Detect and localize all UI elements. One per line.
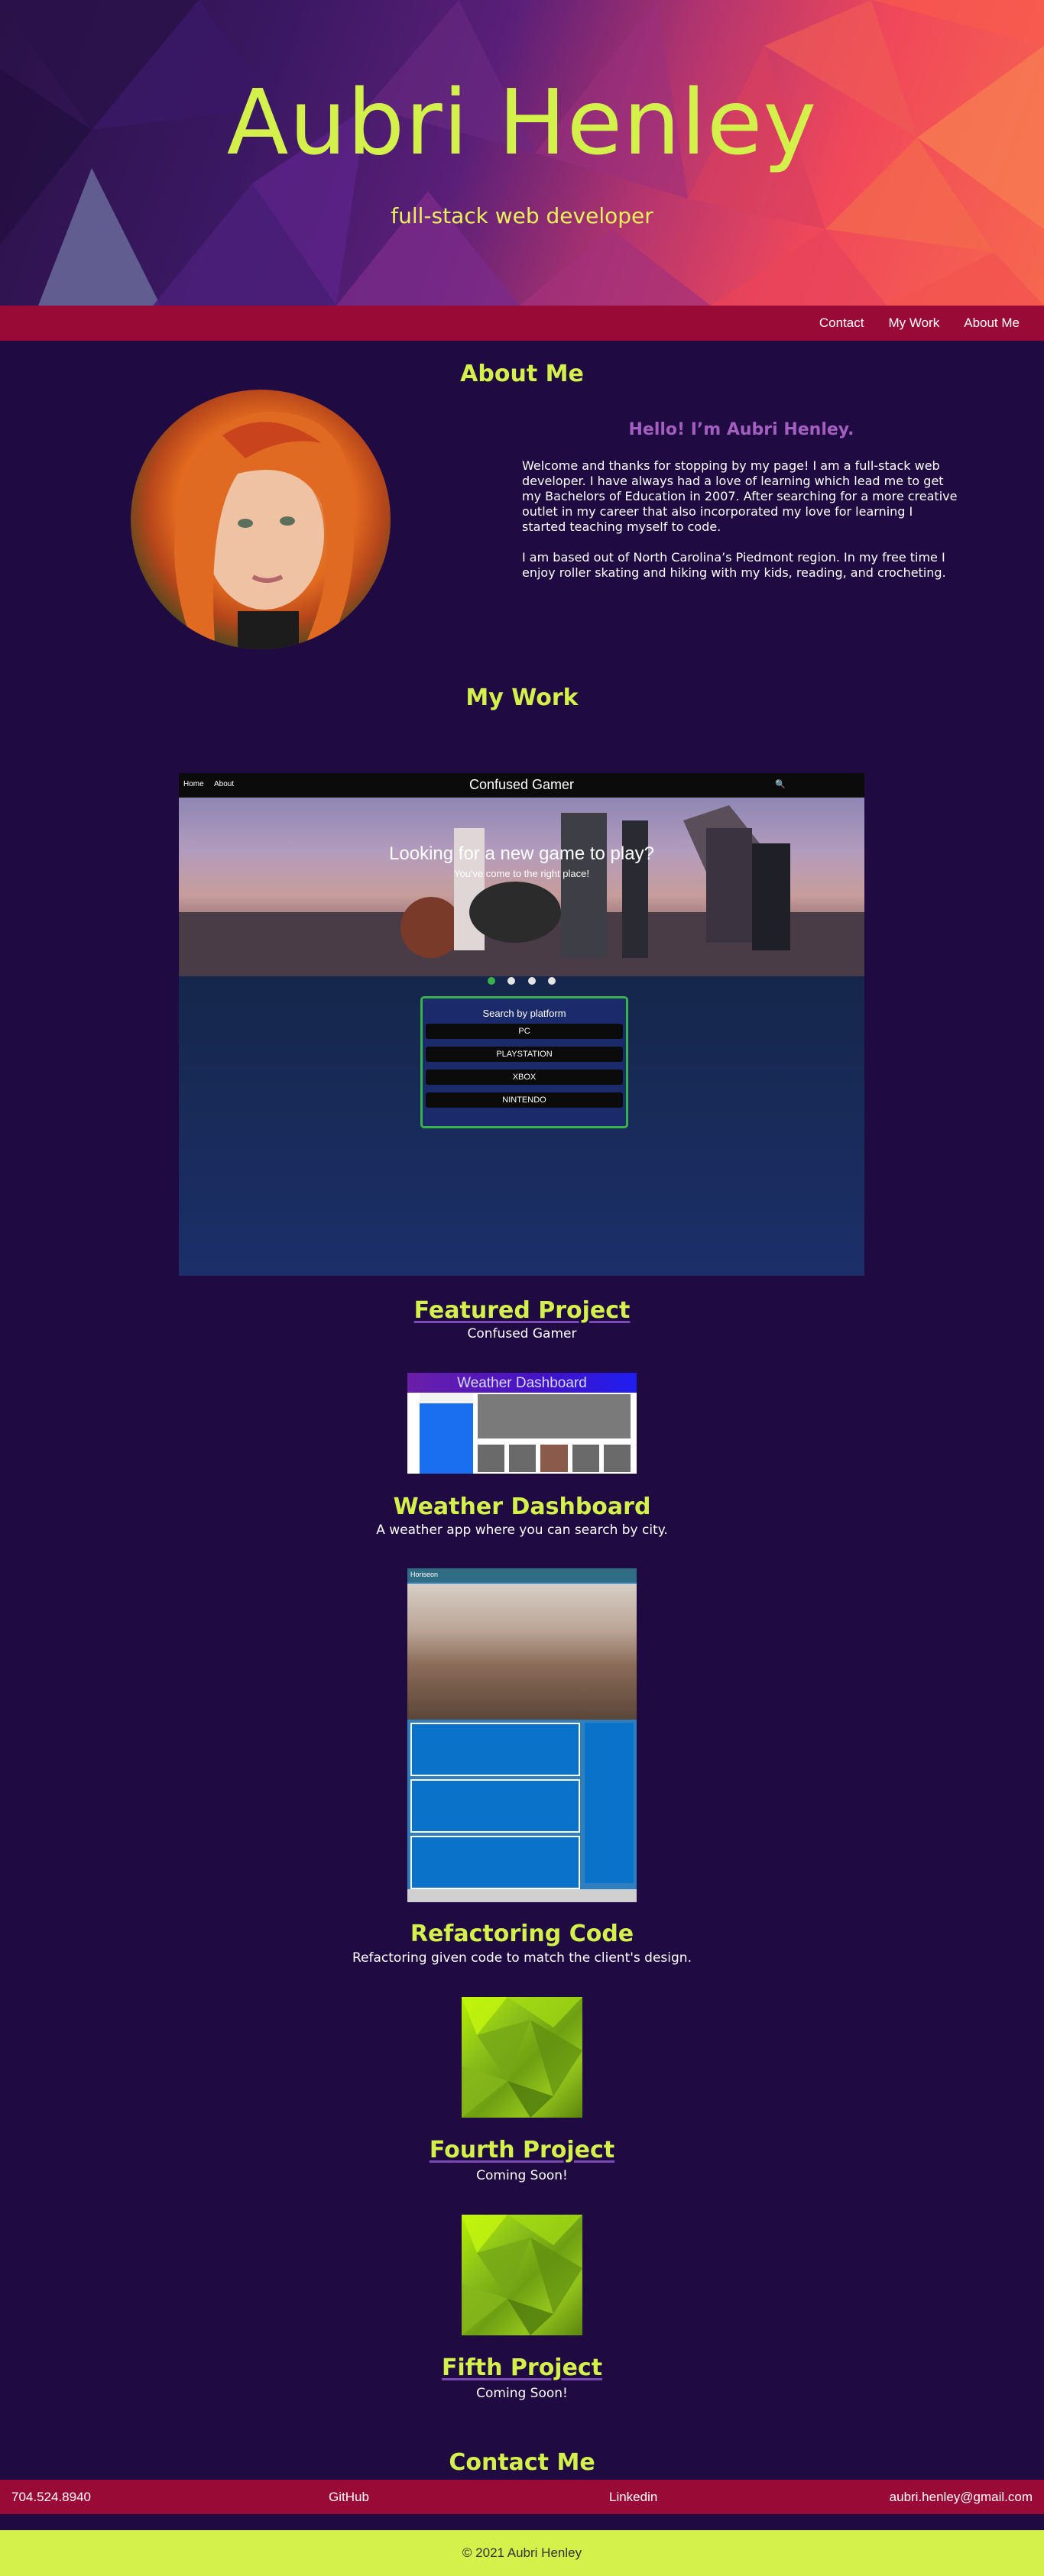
weather-thumb-search — [420, 1393, 473, 1403]
game-characters-art — [179, 805, 864, 976]
horiseon-thumb-footer — [407, 1889, 637, 1902]
screenshot-banner-heading: Looking for a new game to play? — [389, 843, 654, 864]
site-title: Aubri Henley — [226, 70, 818, 175]
horiseon-thumb-header: Horiseon — [407, 1568, 637, 1582]
weather-thumb-current — [478, 1394, 631, 1438]
refactoring-code-thumbnail[interactable]: Horiseon — [407, 1568, 637, 1902]
carousel-dot — [487, 977, 495, 985]
green-low-poly-pattern — [462, 2215, 582, 2335]
project-title-fifth[interactable]: Fifth Project — [0, 2354, 1044, 2381]
project-title-text[interactable]: Fifth Project — [442, 2354, 602, 2381]
search-icon: 🔍 — [775, 780, 786, 789]
contact-section-title: Contact Me — [449, 2449, 595, 2476]
forecast-card — [478, 1445, 505, 1472]
contact-linkedin-link[interactable]: Linkedin — [609, 2490, 657, 2505]
hero-header: Aubri Henley full-stack web developer — [0, 0, 1044, 306]
nav-link-my-work[interactable]: My Work — [876, 316, 952, 331]
forecast-card — [540, 1445, 568, 1472]
site-subtitle: full-stack web developer — [391, 203, 653, 228]
footer-copyright: © 2021 Aubri Henley — [0, 2530, 1044, 2576]
carousel-dot — [548, 977, 556, 985]
green-low-poly-pattern — [462, 1997, 582, 2118]
contact-phone-link[interactable]: 704.524.8940 — [11, 2490, 91, 2505]
horiseon-thumb-card — [410, 1836, 580, 1889]
profile-photo-illustration — [174, 412, 354, 649]
weather-thumb-forecast — [478, 1445, 631, 1472]
contact-github-link[interactable]: GitHub — [329, 2490, 369, 2505]
weather-thumb-title: Weather Dashboard — [457, 1375, 587, 1391]
carousel-indicators — [179, 975, 864, 989]
contact-bar: 704.524.8940 GitHub Linkedin aubri.henle… — [0, 2480, 1044, 2514]
project-title-weather[interactable]: Weather Dashboard — [0, 1493, 1044, 1520]
forecast-card — [509, 1445, 537, 1472]
horiseon-thumb-card — [410, 1723, 580, 1776]
project-title-text[interactable]: Featured Project — [414, 1297, 631, 1324]
about-paragraph: I am based out of North Carolina’s Piedm… — [522, 550, 946, 580]
about-heading: Hello! I’m Aubri Henley. — [628, 420, 854, 439]
contact-email-link[interactable]: aubri.henley@gmail.com — [890, 2490, 1033, 2505]
project-title-featured[interactable]: Featured Project — [0, 1297, 1044, 1324]
featured-project-screenshot[interactable]: Home About Confused Gamer 🔍 Looking for … — [179, 773, 864, 1276]
project-description: Coming Soon! — [476, 2386, 568, 2401]
horiseon-thumb-aside — [585, 1723, 634, 1883]
screenshot-navbar: Home About Confused Gamer 🔍 — [179, 773, 864, 798]
project-description: Confused Gamer — [467, 1326, 577, 1341]
horiseon-thumb-hero-image — [407, 1584, 637, 1720]
platform-button-pc: PC — [426, 1024, 623, 1039]
horiseon-thumb-card — [410, 1779, 580, 1833]
project-title-fourth[interactable]: Fourth Project — [0, 2137, 1044, 2163]
about-text: Welcome and thanks for stopping by my pa… — [522, 458, 958, 596]
project-title-refactoring[interactable]: Refactoring Code — [0, 1921, 1044, 1947]
profile-photo — [131, 390, 391, 649]
forecast-card — [572, 1445, 599, 1472]
about-paragraph: Welcome and thanks for stopping by my pa… — [522, 458, 958, 534]
project-description: A weather app where you can search by ci… — [376, 1523, 668, 1538]
platform-search-label: Search by platform — [482, 1008, 566, 1019]
carousel-dot — [507, 977, 516, 985]
platform-button-xbox: XBOX — [426, 1070, 623, 1085]
project-description: Refactoring given code to match the clie… — [352, 1950, 692, 1966]
screenshot-site-title: Confused Gamer — [469, 777, 575, 792]
screenshot-banner: Looking for a new game to play? You've c… — [179, 798, 864, 976]
project-description: Coming Soon! — [476, 2168, 568, 2183]
carousel-dot — [527, 977, 536, 985]
screenshot-banner-subheading: You've come to the right place! — [454, 868, 589, 879]
project-title-text[interactable]: Fourth Project — [430, 2137, 614, 2163]
weather-dashboard-thumbnail[interactable]: Weather Dashboard — [407, 1373, 637, 1474]
fourth-project-thumbnail[interactable] — [462, 1997, 582, 2118]
about-section-title: About Me — [460, 361, 584, 387]
nav-link-contact[interactable]: Contact — [807, 316, 877, 331]
nav-link-about-me[interactable]: About Me — [952, 316, 1032, 331]
main-nav: Contact My Work About Me — [0, 306, 1044, 341]
fifth-project-thumbnail[interactable] — [462, 2215, 582, 2335]
weather-thumb-sidebar — [420, 1403, 473, 1474]
work-section-title: My Work — [465, 684, 579, 711]
weather-thumb-header: Weather Dashboard — [407, 1373, 637, 1393]
platform-button-playstation: PLAYSTATION — [426, 1047, 623, 1062]
forecast-card — [603, 1445, 631, 1472]
platform-search-box: Search by platform PC PLAYSTATION XBOX N… — [420, 996, 628, 1128]
platform-button-nintendo: NINTENDO — [426, 1092, 623, 1108]
